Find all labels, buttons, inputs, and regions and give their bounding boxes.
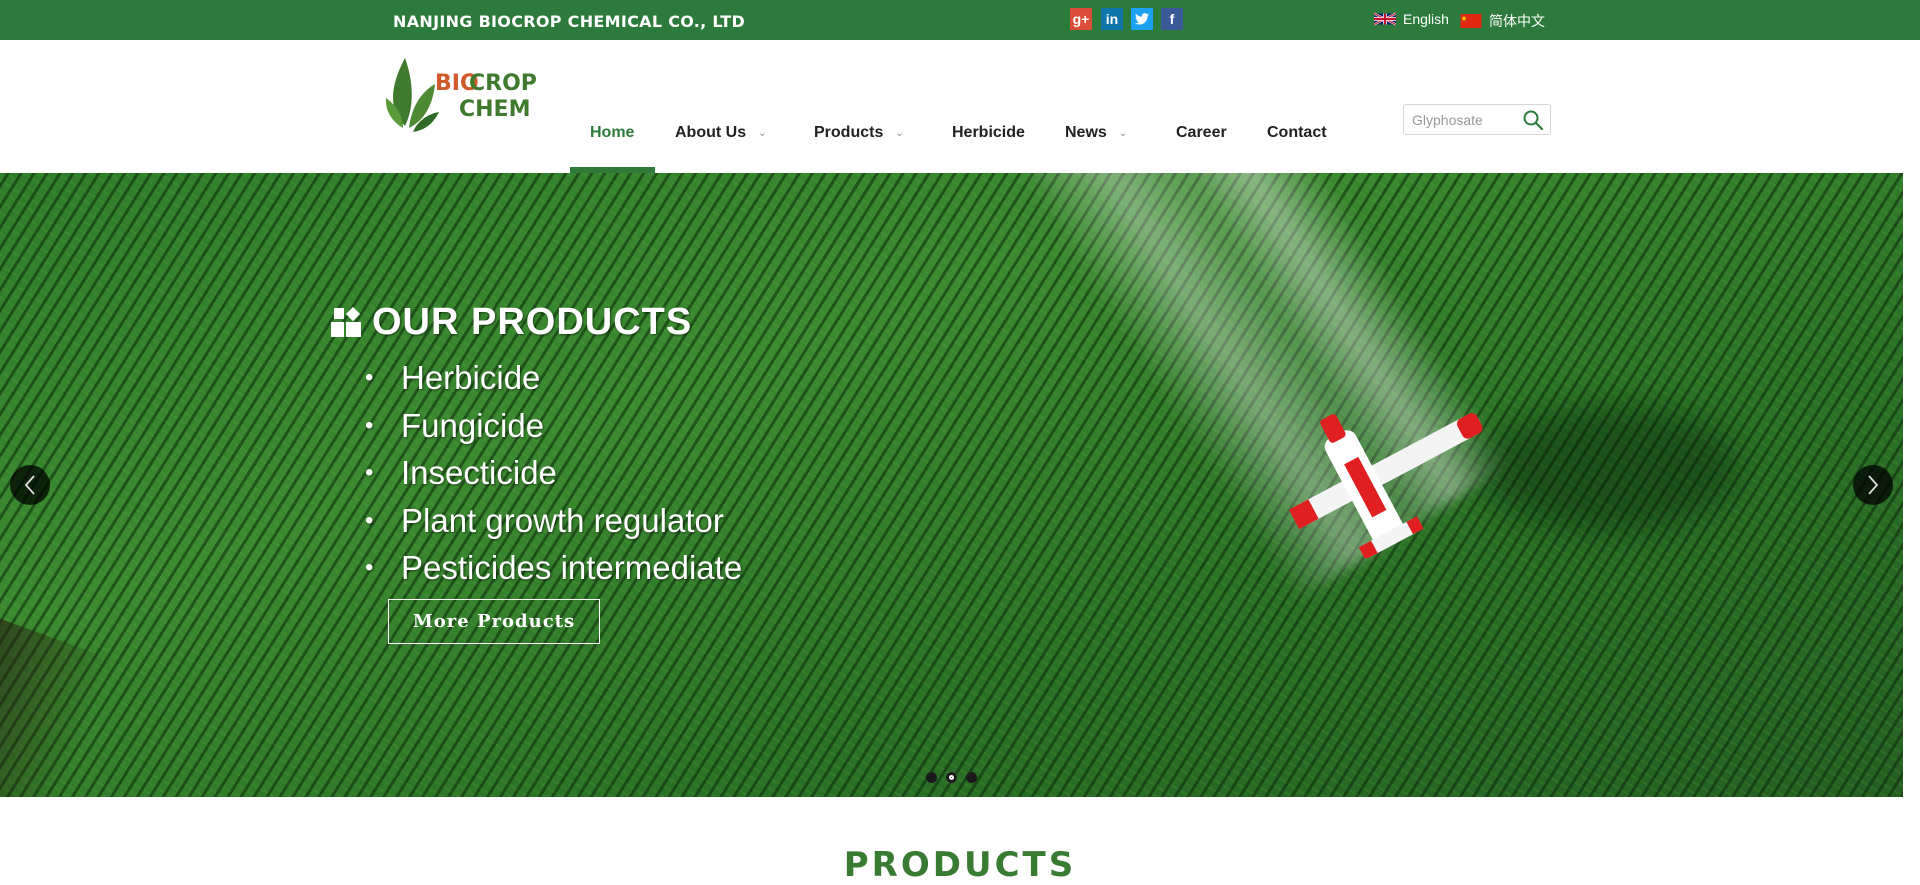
nav-contact[interactable]: Contact [1267,124,1327,142]
grid-icon [331,306,361,337]
google-plus-icon[interactable]: g+ [1070,8,1092,30]
hero-product-list: • Herbicide • Fungicide • Insecticide • Plan… [365,354,742,592]
hero-heading: OUR PRODUCTS [330,301,692,344]
list-item-label: Pesticides intermediate [401,549,743,586]
chevron-down-icon: ⌄ [758,127,767,139]
slider-dot-1[interactable] [926,772,937,783]
more-products-button[interactable]: More Products [388,599,600,644]
chevron-down-icon: ⌄ [1118,127,1128,139]
field-edge [0,619,115,797]
top-bar: NANJING BIOCROP CHEMICAL CO., LTD g+ in … [0,0,1920,40]
list-item-label: Plant growth regulator [401,501,724,539]
china-flag-icon [1460,14,1482,28]
logo[interactable]: BIO CROP CHEM [383,48,553,138]
nav-about-us-label: About Us [675,124,747,141]
nav-news-label: News [1065,124,1107,141]
nav-home-label: Home [590,124,635,141]
nav-herbicide-label: Herbicide [952,124,1025,141]
list-item-label: Fungicide [401,406,545,444]
slider-next-button[interactable] [1853,465,1893,505]
language-english-label: English [1403,11,1449,27]
chevron-left-icon [24,475,35,495]
nav-home[interactable]: Home [590,124,634,142]
search-icon[interactable] [1522,109,1544,131]
products-section-title: PRODUCTS [843,845,1077,885]
nav-news[interactable]: News ⌄ [1065,124,1127,142]
slider-dot-3[interactable] [966,772,977,783]
slider-dot-2[interactable] [946,772,957,783]
chevron-right-icon [1868,475,1879,495]
company-name: NANJING BIOCROP CHEMICAL CO., LTD [393,12,746,30]
list-item: • Herbicide [365,354,742,402]
bullet: • [365,506,374,534]
logo-crop-text: CROP [469,71,537,96]
linkedin-icon[interactable]: in [1101,8,1123,30]
uk-flag-icon [1374,12,1396,26]
chevron-down-icon: ⌄ [895,127,904,139]
nav-about-us[interactable]: About Us ⌄ [675,124,767,142]
nav-contact-label: Contact [1267,124,1327,141]
bullet: • [365,459,374,486]
list-item-label: Insecticide [401,454,557,491]
slider-prev-button[interactable] [10,465,50,505]
nav-products[interactable]: Products ⌄ [814,124,904,142]
search-box [1403,104,1551,135]
list-item: • Plant growth regulator [365,497,742,545]
hero-slider: OUR PRODUCTS • Herbicide • Fungicide • Inse… [0,173,1903,797]
bullet: • [365,554,374,581]
site-header: BIO CROP CHEM Home About Us ⌄ Products ⌄… [0,40,1920,173]
crop-duster-plane-image [1288,413,1483,558]
nav-products-label: Products [814,124,884,141]
nav-herbicide[interactable]: Herbicide [952,124,1025,142]
logo-chem-text: CHEM [459,97,530,122]
search-input[interactable] [1412,111,1520,129]
language-english[interactable]: English [1374,11,1449,27]
twitter-icon[interactable] [1131,8,1153,30]
list-item-label: Herbicide [401,359,541,396]
hero-title: OUR PRODUCTS [372,301,693,343]
nav-career[interactable]: Career [1176,124,1227,142]
list-item: • Pesticides intermediate [365,544,742,592]
list-item: • Insecticide [365,449,742,497]
language-chinese[interactable]: 简体中文 [1460,11,1545,31]
bullet: • [365,411,374,439]
facebook-icon[interactable]: f [1161,8,1183,30]
language-chinese-label: 简体中文 [1489,13,1545,29]
bullet: • [365,364,374,391]
nav-career-label: Career [1176,124,1227,141]
list-item: • Fungicide [365,402,742,450]
